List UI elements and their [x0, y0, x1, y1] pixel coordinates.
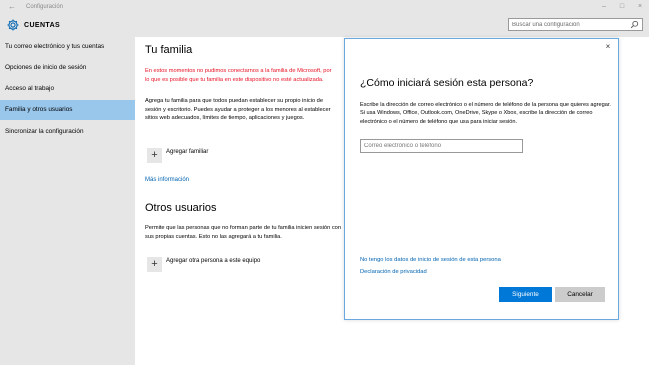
- close-window-button[interactable]: ×: [631, 0, 649, 14]
- other-users-heading: Otros usuarios: [145, 202, 217, 214]
- sidebar-item-email-accounts[interactable]: Tu correo electrónico y tus cuentas: [0, 37, 135, 57]
- cancel-button[interactable]: Cancelar: [555, 287, 605, 302]
- back-arrow-icon[interactable]: ←: [6, 0, 18, 14]
- title-bar: ← Configuración – □ ×: [0, 0, 649, 14]
- next-button[interactable]: Siguiente: [499, 287, 552, 302]
- email-or-phone-field[interactable]: [360, 139, 523, 153]
- search-input[interactable]: [512, 19, 624, 30]
- dialog-title: ¿Cómo iniciará sesión esta persona?: [360, 77, 534, 89]
- close-icon[interactable]: ×: [603, 42, 613, 52]
- dialog-description: Escribe la dirección de correo electróni…: [360, 102, 611, 125]
- add-family-member-label[interactable]: Agregar familiar: [166, 148, 208, 156]
- sidebar-item-family-other-users[interactable]: Familia y otros usuarios: [0, 100, 135, 120]
- sidebar-item-work-access[interactable]: Acceso al trabajo: [0, 79, 135, 99]
- more-info-link[interactable]: Más información: [145, 177, 189, 183]
- sidebar: Tu correo electrónico y tus cuentas Opci…: [0, 37, 135, 365]
- add-other-person-label[interactable]: Agregar otra persona a este equipo: [166, 257, 260, 265]
- window-title: Configuración: [26, 4, 64, 10]
- search-box[interactable]: [508, 18, 643, 31]
- add-other-person-button[interactable]: +: [147, 257, 162, 272]
- family-heading: Tu familia: [145, 44, 193, 56]
- section-title: CUENTAS: [24, 22, 61, 29]
- add-family-member-button[interactable]: +: [147, 148, 162, 163]
- maximize-button[interactable]: □: [613, 0, 631, 14]
- other-users-description: Permite que las personas que no forman p…: [145, 225, 342, 240]
- search-icon[interactable]: [630, 20, 639, 29]
- add-user-dialog: × ¿Cómo iniciará sesión esta persona? Es…: [344, 38, 619, 320]
- sidebar-item-sync-settings[interactable]: Sincronizar la configuración: [0, 122, 135, 142]
- minimize-button[interactable]: –: [595, 0, 613, 14]
- no-sign-in-info-link[interactable]: No tengo los datos de inicio de sesión d…: [360, 257, 501, 263]
- window-controls: – □ ×: [595, 0, 649, 14]
- family-description: Agrega tu familia para que todos puedan …: [145, 98, 331, 121]
- family-error-message: En estos momentos no pudimos conectarnos…: [145, 68, 332, 83]
- gear-icon: [7, 19, 19, 31]
- sidebar-item-sign-in-options[interactable]: Opciones de inicio de sesión: [0, 58, 135, 78]
- privacy-statement-link[interactable]: Declaración de privacidad: [360, 269, 427, 275]
